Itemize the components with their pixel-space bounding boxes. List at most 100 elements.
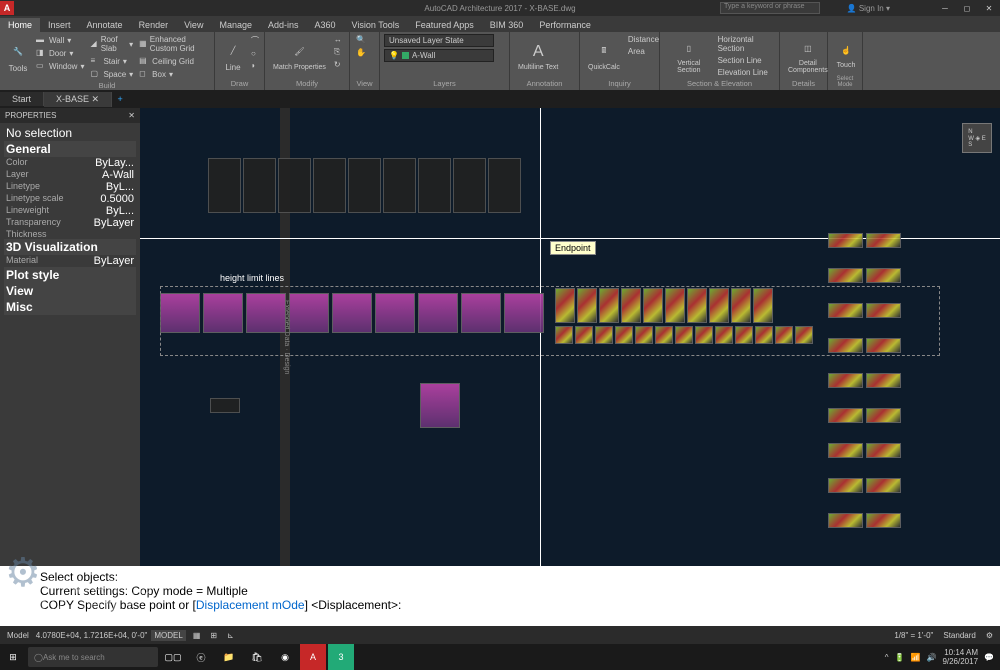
touch-button[interactable]: ☝Touch: [832, 34, 860, 75]
props-row[interactable]: ColorByLay...: [4, 157, 136, 169]
tab-vision[interactable]: Vision Tools: [344, 18, 408, 32]
mtext-button[interactable]: AMultiline Text: [514, 34, 562, 78]
props-group[interactable]: Misc: [4, 299, 136, 315]
props-group[interactable]: Plot style: [4, 267, 136, 283]
tab-manage[interactable]: Manage: [211, 18, 260, 32]
grid-button[interactable]: ▦Enhanced Custom Grid: [137, 34, 210, 54]
drawing-object[interactable]: [828, 338, 863, 353]
drawing-object[interactable]: [828, 373, 863, 388]
polyline-icon[interactable]: ⌒: [249, 34, 261, 47]
volume-icon[interactable]: 🔊: [926, 653, 936, 662]
drawing-object[interactable]: [420, 383, 460, 428]
vsection-button[interactable]: ▯Vertical Section: [664, 34, 714, 78]
ortho-toggle[interactable]: ⊾: [224, 630, 237, 641]
drawing-object[interactable]: [599, 288, 619, 323]
drawing-object[interactable]: [383, 158, 416, 213]
space-button[interactable]: ▢Space ▾: [88, 68, 135, 80]
wifi-icon[interactable]: 📶: [911, 653, 921, 662]
drawing-object[interactable]: [709, 288, 729, 323]
tab-render[interactable]: Render: [131, 18, 177, 32]
drawing-object[interactable]: [555, 288, 575, 323]
drawing-object[interactable]: [665, 288, 685, 323]
explorer-icon[interactable]: 📁: [216, 644, 242, 670]
circle-icon[interactable]: ○: [249, 48, 261, 59]
drawing-object[interactable]: [555, 326, 573, 344]
drawing-object[interactable]: [828, 233, 863, 248]
drawing-object[interactable]: [828, 443, 863, 458]
tab-home[interactable]: Home: [0, 18, 40, 32]
rotate-icon[interactable]: ↻: [332, 59, 344, 70]
stair-button[interactable]: ≡Stair ▾: [88, 55, 135, 67]
props-group[interactable]: General: [4, 141, 136, 157]
door-button[interactable]: ◨Door ▾: [34, 47, 86, 59]
grid-toggle[interactable]: ▦: [190, 630, 204, 641]
drawing-object[interactable]: [866, 478, 901, 493]
line-button[interactable]: ╱Line: [219, 34, 247, 78]
drawing-object[interactable]: [755, 326, 773, 344]
arc-icon[interactable]: ◗: [249, 60, 261, 71]
drawing-object[interactable]: [675, 326, 693, 344]
drawing-object[interactable]: [695, 326, 713, 344]
drawing-object[interactable]: [278, 158, 311, 213]
copy-icon[interactable]: ⎘: [332, 46, 344, 58]
box-button[interactable]: ◻Box ▾: [137, 68, 210, 80]
drawing-object[interactable]: [866, 233, 901, 248]
drawing-object[interactable]: [735, 326, 753, 344]
new-tab-button[interactable]: +: [112, 94, 128, 104]
props-row[interactable]: LayerA-Wall: [4, 169, 136, 181]
command-line[interactable]: Select objects: Current settings: Copy m…: [0, 566, 1000, 626]
drawing-object[interactable]: [160, 293, 200, 333]
drawing-object[interactable]: [731, 288, 751, 323]
drawing-object[interactable]: [866, 408, 901, 423]
drawing-object[interactable]: [753, 288, 773, 323]
edge-icon[interactable]: ⓔ: [188, 644, 214, 670]
layer-state-combo[interactable]: Unsaved Layer State: [384, 34, 494, 47]
match-button[interactable]: 🖌Match Properties: [269, 34, 330, 78]
viewcube[interactable]: NW ◈ ES: [962, 123, 992, 153]
drawing-object[interactable]: [866, 513, 901, 528]
notifications-icon[interactable]: 💬: [984, 653, 994, 662]
drawing-object[interactable]: [577, 288, 597, 323]
tab-annotate[interactable]: Annotate: [79, 18, 131, 32]
window-button[interactable]: ▭Window ▾: [34, 60, 86, 72]
drawing-object[interactable]: [504, 293, 544, 333]
props-row[interactable]: TransparencyByLayer: [4, 217, 136, 229]
zoom-icon[interactable]: 🔍: [354, 34, 375, 45]
tab-addins[interactable]: Add-ins: [260, 18, 307, 32]
drawing-object[interactable]: [828, 268, 863, 283]
drawing-object[interactable]: [418, 293, 458, 333]
drawing-object[interactable]: [615, 326, 633, 344]
drawing-object[interactable]: [246, 293, 286, 333]
props-group[interactable]: View: [4, 283, 136, 299]
task-view-icon[interactable]: ▢▢: [160, 644, 186, 670]
drawing-object[interactable]: [418, 158, 451, 213]
drawing-object[interactable]: [687, 288, 707, 323]
drawing-canvas[interactable]: Extended Data · Design NW ◈ ES Endpoint …: [140, 108, 1000, 566]
drawing-object[interactable]: [655, 326, 673, 344]
props-group[interactable]: 3D Visualization: [4, 239, 136, 255]
drawing-object[interactable]: [828, 513, 863, 528]
drawing-object[interactable]: [348, 158, 381, 213]
tools-button[interactable]: 🔧 Tools: [4, 34, 32, 80]
drawing-object[interactable]: [866, 268, 901, 283]
clock[interactable]: 10:14 AM9/26/2017: [942, 648, 978, 666]
drawing-object[interactable]: [332, 293, 372, 333]
quickcalc-button[interactable]: 🖩QuickCalc: [584, 34, 624, 78]
hsection-button[interactable]: Horizontal Section: [716, 34, 775, 54]
sign-in-link[interactable]: 👤 Sign In ▾: [847, 4, 890, 13]
sline-button[interactable]: Section Line: [716, 55, 775, 66]
maximize-button[interactable]: ◻: [956, 1, 978, 15]
eline-button[interactable]: Elevation Line: [716, 67, 775, 78]
area-button[interactable]: Area: [626, 46, 661, 57]
detail-button[interactable]: ◫Detail Components: [784, 34, 832, 78]
model-button[interactable]: MODEL: [151, 630, 185, 641]
app-icon[interactable]: A: [0, 1, 14, 15]
drawing-object[interactable]: [453, 158, 486, 213]
tray-up-icon[interactable]: ^: [885, 653, 889, 662]
drawing-object[interactable]: [795, 326, 813, 344]
roof-button[interactable]: ◢Roof Slab ▾: [88, 34, 135, 54]
tab-view[interactable]: View: [176, 18, 211, 32]
drawing-object[interactable]: [866, 373, 901, 388]
drawing-object[interactable]: [243, 158, 276, 213]
layer-combo[interactable]: 💡A-Wall: [384, 49, 494, 62]
